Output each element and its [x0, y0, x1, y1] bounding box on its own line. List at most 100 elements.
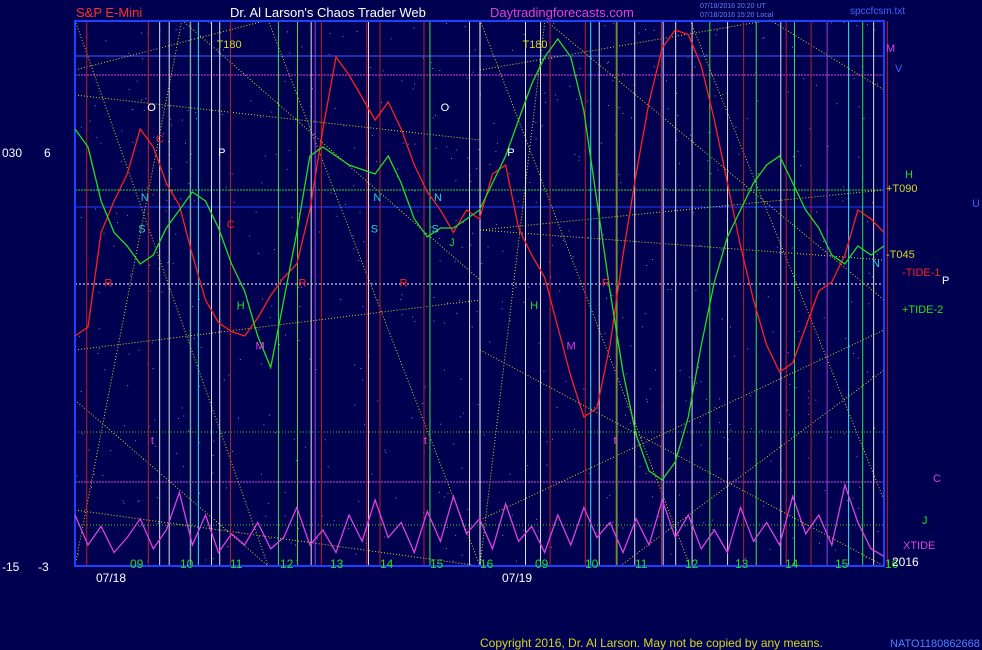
grid-dot	[622, 317, 624, 319]
plot-letter-label: T180	[522, 39, 547, 51]
grid-dot	[509, 173, 511, 175]
grid-dot	[390, 38, 392, 40]
grid-dot	[89, 120, 91, 122]
grid-dot	[263, 424, 265, 426]
grid-dot	[792, 537, 794, 539]
grid-dot	[588, 473, 590, 475]
chart-symbol: S&P E-Mini	[76, 5, 142, 20]
grid-dot	[565, 380, 567, 382]
grid-dot	[395, 497, 397, 499]
plot-letter-label: t	[151, 435, 154, 447]
grid-dot	[116, 222, 118, 224]
grid-dot	[128, 353, 130, 355]
grid-dot	[803, 78, 805, 80]
left-scale-bottom-a: -15	[2, 560, 20, 574]
grid-dot	[228, 374, 230, 376]
grid-dot	[808, 403, 810, 405]
grid-dot	[336, 215, 338, 217]
grid-dot	[151, 342, 153, 344]
grid-dot	[161, 291, 163, 293]
grid-dot	[770, 460, 772, 462]
grid-dot	[382, 70, 384, 72]
site-link[interactable]: Daytradingforecasts.com	[490, 5, 634, 20]
chart: S&P E-Mini Dr. Al Larson's Chaos Trader …	[2, 3, 980, 650]
grid-dot	[795, 387, 797, 389]
grid-dot	[465, 26, 467, 28]
grid-dot	[872, 376, 874, 378]
grid-dot	[791, 247, 793, 249]
grid-dot	[867, 371, 869, 373]
plot-area: OPNSCCR R R RH HM MT180 T180OPNSNSJt t t09 10 11 12…	[74, 19, 899, 585]
grid-dot	[495, 151, 497, 153]
plot-letter-label: R	[602, 278, 610, 290]
grid-dot	[720, 249, 722, 251]
grid-dot	[787, 352, 789, 354]
grid-dot	[144, 209, 146, 211]
grid-dot	[455, 534, 457, 536]
grid-dot	[334, 107, 336, 109]
grid-dot	[212, 454, 214, 456]
grid-dot	[183, 415, 185, 417]
grid-dot	[226, 487, 227, 489]
grid-dot	[284, 80, 286, 82]
grid-dot	[576, 98, 578, 100]
grid-dot	[132, 141, 134, 143]
grid-dot	[88, 449, 90, 451]
grid-dot	[843, 22, 845, 23]
grid-dot	[653, 29, 655, 31]
grid-dot	[649, 388, 651, 390]
grid-dot	[594, 407, 596, 409]
grid-dot	[608, 61, 609, 63]
grid-dot	[569, 85, 571, 87]
copyright-text: Copyright 2016, Dr. Al Larson. May not b…	[480, 636, 823, 650]
grid-dot	[223, 379, 225, 381]
grid-dot	[858, 507, 860, 509]
grid-dot	[433, 297, 435, 298]
grid-dot	[707, 160, 709, 162]
grid-dot	[177, 418, 179, 419]
grid-dot	[194, 200, 195, 202]
grid-dot	[94, 105, 96, 107]
grid-dot	[81, 433, 83, 435]
data-file-name: spccfcsm.txt	[850, 6, 905, 17]
grid-dot	[149, 264, 150, 266]
grid-dot	[80, 390, 82, 392]
channel-line	[181, 19, 481, 281]
grid-dot	[867, 221, 868, 223]
plot-letter-label: M	[256, 341, 265, 353]
grid-dot	[723, 437, 725, 439]
grid-dot	[381, 102, 382, 103]
grid-dot	[231, 173, 233, 175]
grid-dot	[414, 83, 415, 85]
grid-dot	[155, 445, 157, 447]
grid-dot	[93, 474, 95, 475]
grid-dot	[865, 557, 867, 559]
grid-dot	[467, 157, 469, 159]
grid-dot	[183, 27, 185, 29]
grid-dot	[719, 398, 720, 400]
grid-dot	[502, 535, 504, 536]
grid-dot	[682, 447, 684, 449]
grid-dot	[793, 155, 794, 157]
grid-dot	[638, 32, 640, 34]
grid-dot	[99, 531, 101, 533]
grid-dot	[198, 385, 200, 387]
grid-dot	[699, 245, 701, 246]
x-tick-label: 15	[430, 557, 444, 571]
grid-dot	[690, 134, 692, 136]
grid-dot	[622, 72, 624, 74]
grid-dot	[496, 142, 498, 144]
left-scale-top-a: 030	[2, 146, 22, 160]
grid-dot	[750, 395, 752, 397]
grid-dot	[868, 303, 870, 305]
grid-dot	[298, 340, 300, 341]
grid-dot	[472, 232, 474, 234]
channel-line	[74, 399, 269, 567]
grid-dot	[295, 544, 296, 546]
grid-dot	[544, 92, 546, 94]
plot-letter-label: t	[424, 435, 427, 447]
right-label-n: N	[872, 258, 880, 270]
grid-dot	[402, 142, 404, 144]
grid-dot	[699, 185, 701, 187]
grid-dot	[809, 128, 811, 130]
